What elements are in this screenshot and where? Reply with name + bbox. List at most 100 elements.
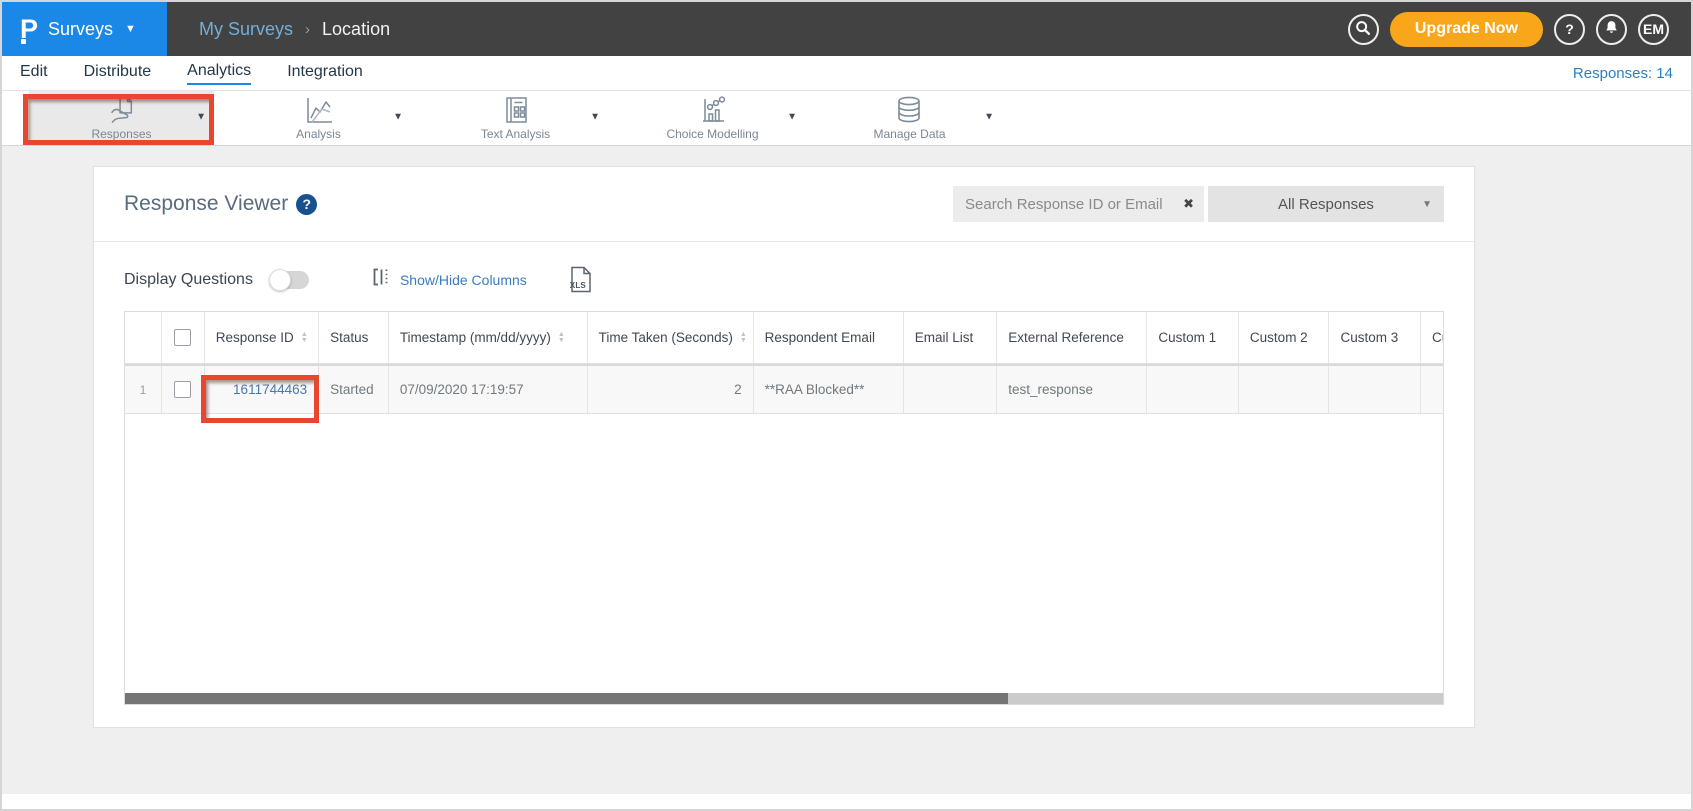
cell-respondent-email: **RAA Blocked** — [754, 366, 904, 413]
toolbar-item-analysis[interactable]: Analysis ▼ — [226, 91, 411, 145]
chevron-down-icon[interactable]: ▼ — [393, 112, 403, 123]
cell-select — [162, 366, 205, 413]
table-row[interactable]: 1 1611744463 Started 07/09/2020 17:19:57… — [125, 364, 1443, 414]
row-number: 1 — [140, 383, 147, 397]
select-all-checkbox[interactable] — [174, 329, 191, 346]
column-label: Custom 1 — [1158, 330, 1216, 345]
survey-nav: Edit Distribute Analytics Integration Re… — [2, 56, 1691, 90]
show-hide-columns-button[interactable]: Show/Hide Columns — [371, 267, 527, 292]
chevron-down-icon: ▼ — [125, 23, 136, 35]
table-empty-area — [125, 414, 1443, 693]
search-icon — [1354, 19, 1372, 40]
row-checkbox[interactable] — [174, 381, 191, 398]
scatter-bars-icon — [698, 95, 728, 125]
column-label: Timestamp (mm/dd/yyyy) — [400, 330, 551, 345]
header-cell-response-id[interactable]: Response ID — [205, 312, 319, 363]
help-button[interactable]: ? — [1554, 14, 1585, 45]
tab-edit[interactable]: Edit — [20, 63, 48, 84]
chevron-down-icon[interactable]: ▼ — [984, 112, 994, 123]
clear-search-icon[interactable]: ✖ — [1183, 196, 1194, 212]
toolbar-item-label: Choice Modelling — [666, 127, 758, 141]
header-cell-custom-1: Custom 1 — [1147, 312, 1239, 363]
response-viewer-panel: Response Viewer ? ✖ All Responses ▼ Disp… — [93, 166, 1475, 728]
export-xls-button[interactable]: XLS — [569, 266, 593, 293]
header-cell-time-taken[interactable]: Time Taken (Seconds) — [588, 312, 754, 363]
hand-ballot-icon — [105, 95, 137, 125]
toggle-knob — [269, 269, 291, 291]
header-cell-select — [162, 312, 205, 363]
display-questions-label: Display Questions — [124, 271, 253, 289]
response-search: ✖ — [953, 186, 1204, 222]
toolbar-item-label: Manage Data — [873, 127, 945, 141]
toolbar-item-responses[interactable]: Responses ▼ — [29, 91, 214, 145]
upgrade-now-button[interactable]: Upgrade Now — [1390, 12, 1543, 47]
toolbar-item-label: Responses — [91, 127, 151, 141]
show-hide-columns-label: Show/Hide Columns — [400, 272, 527, 288]
chevron-down-icon[interactable]: ▼ — [196, 112, 206, 123]
cell-custom-3 — [1329, 366, 1421, 413]
header-cell-clipped: Cu — [1421, 312, 1443, 363]
toolbar-item-text-analysis[interactable]: Text Analysis ▼ — [423, 91, 608, 145]
chevron-down-icon[interactable]: ▼ — [787, 112, 797, 123]
product-name: Surveys — [48, 19, 113, 40]
chevron-down-icon[interactable]: ▼ — [590, 112, 600, 123]
help-badge-icon[interactable]: ? — [296, 194, 317, 215]
app-window: P Surveys ▼ My Surveys › Location Upgrad… — [0, 0, 1693, 811]
header-cell-custom-2: Custom 2 — [1239, 312, 1330, 363]
column-label: Custom 2 — [1250, 330, 1308, 345]
avatar[interactable]: EM — [1638, 14, 1669, 45]
table-controls: Display Questions Show/Hide Columns — [94, 242, 1474, 311]
header-cell-external-reference: External Reference — [997, 312, 1147, 363]
table-header-row: Response ID Status Timestamp (mm/dd/yyyy… — [125, 312, 1443, 364]
column-label: Respondent Email — [765, 330, 875, 345]
toolbar-item-label: Text Analysis — [481, 127, 550, 141]
response-id-link[interactable]: 1611744463 — [233, 382, 307, 397]
panel-header-actions: ✖ All Responses ▼ — [953, 186, 1444, 222]
newspaper-grid-icon — [502, 95, 530, 125]
topbar-actions: Upgrade Now ? EM — [1348, 12, 1691, 47]
filter-selected-value: All Responses — [1278, 196, 1374, 213]
sort-icon[interactable] — [558, 332, 565, 344]
horizontal-scrollbar[interactable] — [125, 693, 1443, 704]
chevron-down-icon: ▼ — [1422, 199, 1432, 210]
scrollbar-thumb[interactable] — [125, 693, 1008, 704]
responses-count: Responses: 14 — [1573, 65, 1673, 82]
search-button[interactable] — [1348, 14, 1379, 45]
top-bar: P Surveys ▼ My Surveys › Location Upgrad… — [2, 2, 1691, 56]
sort-icon[interactable] — [740, 332, 747, 344]
cell-email-list — [904, 366, 998, 413]
cell-custom-1 — [1147, 366, 1239, 413]
column-label: External Reference — [1008, 330, 1124, 345]
display-questions-toggle[interactable] — [271, 271, 309, 289]
search-input[interactable] — [953, 186, 1204, 222]
product-switcher[interactable]: P Surveys ▼ — [2, 2, 167, 56]
breadcrumb-my-surveys[interactable]: My Surveys — [199, 19, 293, 40]
panel-header: Response Viewer ? ✖ All Responses ▼ — [94, 167, 1474, 242]
cell-response-id: 1611744463 — [205, 366, 319, 413]
header-cell-rownum — [125, 312, 162, 363]
content-area: Response Viewer ? ✖ All Responses ▼ Disp… — [2, 146, 1691, 794]
breadcrumb: My Surveys › Location — [199, 19, 390, 40]
cell-custom-2 — [1239, 366, 1330, 413]
header-cell-timestamp[interactable]: Timestamp (mm/dd/yyyy) — [389, 312, 588, 363]
toolbar-item-choice-modelling[interactable]: Choice Modelling ▼ — [620, 91, 805, 145]
response-filter-dropdown[interactable]: All Responses ▼ — [1208, 186, 1444, 222]
sort-icon[interactable] — [301, 332, 308, 344]
avatar-initials: EM — [1643, 21, 1664, 37]
toolbar-item-manage-data[interactable]: Manage Data ▼ — [817, 91, 1002, 145]
cell-rownum: 1 — [125, 366, 162, 413]
cell-time-taken: 2 — [588, 366, 754, 413]
breadcrumb-current: Location — [322, 19, 390, 40]
tab-analytics[interactable]: Analytics — [187, 62, 251, 85]
column-label: Cu — [1432, 330, 1443, 345]
cell-timestamp: 07/09/2020 17:19:57 — [389, 366, 588, 413]
tab-integration[interactable]: Integration — [287, 63, 363, 84]
column-label: Email List — [915, 330, 974, 345]
tab-distribute[interactable]: Distribute — [84, 63, 152, 84]
question-mark-icon: ? — [302, 196, 311, 212]
question-mark-icon: ? — [1565, 21, 1574, 37]
cell-status: Started — [319, 366, 389, 413]
notifications-button[interactable] — [1596, 14, 1627, 45]
questionpro-logo-icon: P — [20, 16, 38, 43]
column-label: Response ID — [216, 330, 294, 345]
